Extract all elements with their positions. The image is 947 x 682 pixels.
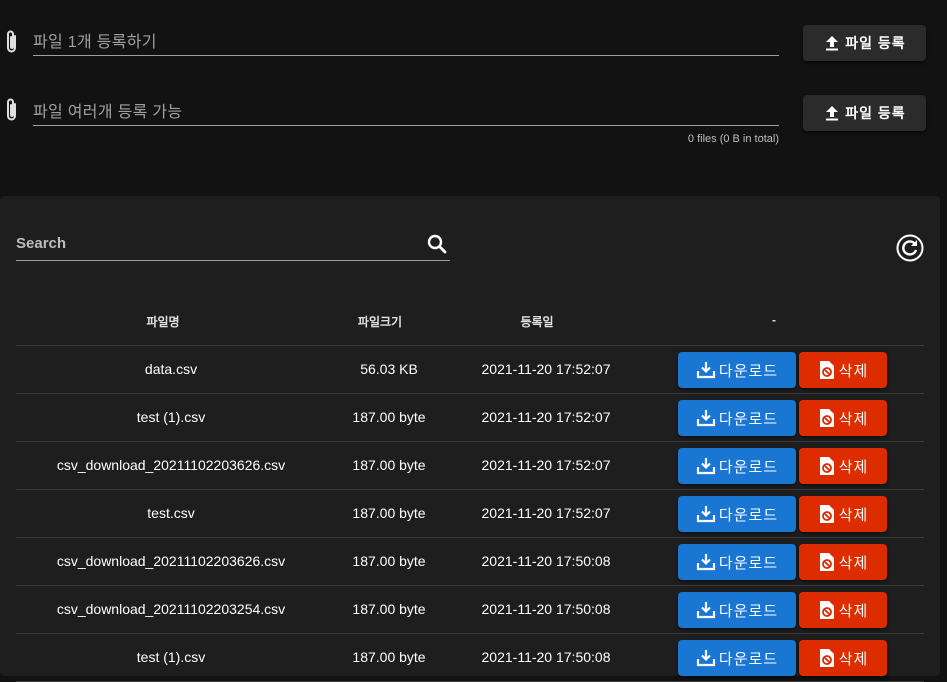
download-icon <box>696 554 715 571</box>
delete-file-icon <box>819 553 834 571</box>
header-filesize: 파일크기 <box>357 315 403 329</box>
file-table: 파일명 파일크기 등록일 - data.csv 56.03 KB 2021-11… <box>16 296 924 682</box>
upload-button-label: 파일 등록 <box>845 105 906 121</box>
download-label: 다운로드 <box>718 458 779 476</box>
download-label: 다운로드 <box>718 410 779 428</box>
paperclip-icon <box>7 98 16 121</box>
header-filename: 파일명 <box>146 315 180 329</box>
delete-button[interactable]: 삭제 <box>799 544 887 580</box>
table-row: csv_download_20211102203254.csv 187.00 b… <box>16 586 924 634</box>
delete-label: 삭제 <box>838 554 869 572</box>
download-label: 다운로드 <box>718 506 779 524</box>
file-name: csv_download_20211102203626.csv <box>56 457 286 473</box>
single-upload-row: 파일 1개 등록하기 파일 등록 <box>0 10 947 70</box>
delete-label: 삭제 <box>838 410 869 428</box>
download-icon <box>696 410 715 427</box>
table-header: 파일명 파일크기 등록일 - <box>16 296 924 346</box>
upload-button-label: 파일 등록 <box>845 35 906 51</box>
file-size: 56.03 KB <box>360 361 418 377</box>
file-name: data.csv <box>144 361 198 377</box>
file-size: 187.00 byte <box>352 553 426 569</box>
delete-label: 삭제 <box>838 602 869 620</box>
delete-label: 삭제 <box>838 506 869 524</box>
download-button[interactable]: 다운로드 <box>678 496 796 532</box>
table-row: test.csv 187.00 byte 2021-11-20 17:52:07… <box>16 490 924 538</box>
table-row: data.csv 56.03 KB 2021-11-20 17:52:07 다운… <box>16 346 924 394</box>
download-button[interactable]: 다운로드 <box>678 448 796 484</box>
file-name: test (1).csv <box>136 409 206 425</box>
download-icon <box>696 602 715 619</box>
upload-icon <box>826 106 839 121</box>
paperclip-icon <box>7 30 16 53</box>
file-date: 2021-11-20 17:52:07 <box>481 457 611 473</box>
download-icon <box>696 650 715 667</box>
download-icon <box>696 506 715 523</box>
download-label: 다운로드 <box>718 554 779 572</box>
header-date: 등록일 <box>520 315 554 329</box>
download-label: 다운로드 <box>718 602 779 620</box>
download-button[interactable]: 다운로드 <box>678 352 796 388</box>
table-row: csv_download_20211102203626.csv 187.00 b… <box>16 538 924 586</box>
download-icon <box>696 458 715 475</box>
table-row: csv_download_20211102203626.csv 187.00 b… <box>16 442 924 490</box>
search-placeholder: Search <box>16 235 67 252</box>
header-actions: - <box>772 313 776 327</box>
delete-button[interactable]: 삭제 <box>799 400 887 436</box>
delete-file-icon <box>819 361 834 379</box>
download-label: 다운로드 <box>718 650 779 668</box>
delete-button[interactable]: 삭제 <box>799 640 887 676</box>
delete-file-icon <box>819 649 834 667</box>
table-body: data.csv 56.03 KB 2021-11-20 17:52:07 다운… <box>16 346 924 682</box>
file-date: 2021-11-20 17:52:07 <box>481 361 611 377</box>
search-icon[interactable] <box>426 233 448 255</box>
upload-button-multi[interactable]: 파일 등록 <box>803 95 926 131</box>
single-file-input[interactable]: 파일 1개 등록하기 <box>33 26 779 56</box>
delete-button[interactable]: 삭제 <box>799 352 887 388</box>
file-size: 187.00 byte <box>352 409 426 425</box>
search-input[interactable]: Search <box>16 231 450 261</box>
download-button[interactable]: 다운로드 <box>678 544 796 580</box>
multi-file-placeholder: 파일 여러개 등록 가능 <box>33 104 183 121</box>
delete-file-icon <box>819 457 834 475</box>
download-button[interactable]: 다운로드 <box>678 400 796 436</box>
table-row: test (1).csv 187.00 byte 2021-11-20 17:5… <box>16 634 924 682</box>
upload-file-count: 0 files (0 B in total) <box>687 133 779 145</box>
file-name: test.csv <box>147 505 195 521</box>
file-size: 187.00 byte <box>352 601 426 617</box>
download-button[interactable]: 다운로드 <box>678 592 796 628</box>
file-name: csv_download_20211102203254.csv <box>56 601 286 617</box>
file-date: 2021-11-20 17:50:08 <box>481 553 611 569</box>
refresh-icon[interactable] <box>896 234 924 262</box>
delete-button[interactable]: 삭제 <box>799 496 887 532</box>
upload-icon <box>826 36 839 51</box>
upload-button-single[interactable]: 파일 등록 <box>803 25 926 61</box>
file-date: 2021-11-20 17:52:07 <box>481 505 611 521</box>
file-list-card: Search 파일명 파일크기 등록일 - data.csv 56.03 KB … <box>0 196 940 682</box>
file-size: 187.00 byte <box>352 457 426 473</box>
table-row: test (1).csv 187.00 byte 2021-11-20 17:5… <box>16 394 924 442</box>
multi-upload-row: 파일 여러개 등록 가능 파일 등록 <box>0 80 947 140</box>
delete-label: 삭제 <box>838 458 869 476</box>
delete-label: 삭제 <box>838 650 869 668</box>
download-button[interactable]: 다운로드 <box>678 640 796 676</box>
download-icon <box>696 362 715 379</box>
file-name: csv_download_20211102203626.csv <box>56 553 286 569</box>
file-size: 187.00 byte <box>352 505 426 521</box>
single-file-placeholder: 파일 1개 등록하기 <box>33 34 157 51</box>
file-date: 2021-11-20 17:50:08 <box>481 601 611 617</box>
multi-file-input[interactable]: 파일 여러개 등록 가능 <box>33 96 779 126</box>
delete-label: 삭제 <box>838 362 869 380</box>
delete-button[interactable]: 삭제 <box>799 592 887 628</box>
delete-file-icon <box>819 409 834 427</box>
delete-file-icon <box>819 601 834 619</box>
delete-button[interactable]: 삭제 <box>799 448 887 484</box>
delete-file-icon <box>819 505 834 523</box>
download-label: 다운로드 <box>718 362 779 380</box>
file-date: 2021-11-20 17:52:07 <box>481 409 611 425</box>
